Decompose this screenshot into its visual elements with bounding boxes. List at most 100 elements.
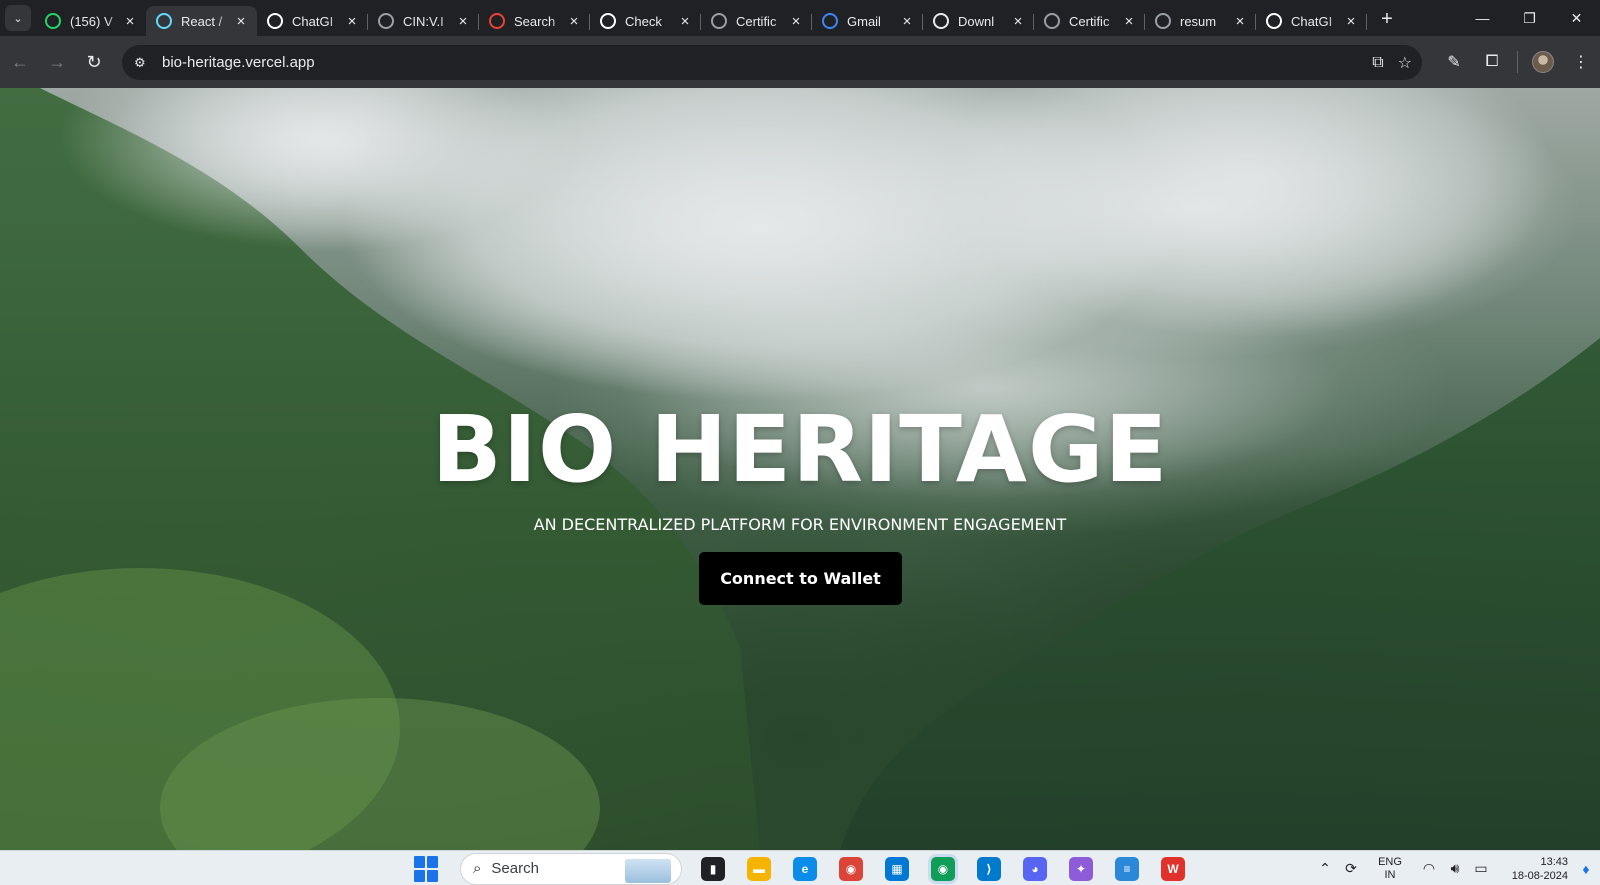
taskbar-app[interactable]: ▮ [690, 851, 736, 885]
notification-bell-icon[interactable]: ♦ [1576, 861, 1596, 877]
browser-tab[interactable]: resum × [1145, 6, 1256, 36]
tab-strip: ⌄ (156) V × React / × ChatGI × CIN:V.I × Search ×… [0, 0, 1600, 36]
close-tab-icon[interactable]: × [233, 13, 249, 30]
close-tab-icon[interactable]: × [1232, 13, 1248, 30]
close-window-button[interactable]: ✕ [1553, 0, 1600, 36]
toolbar-actions: ✎ ⧠ ⋮ [1435, 36, 1600, 88]
chrome-profile-icon: ◉ [931, 856, 955, 881]
taskbar-app[interactable]: ▦ [874, 851, 920, 885]
wifi-icon[interactable]: ◠ [1416, 860, 1442, 877]
taskbar-app[interactable]: ◕ [1012, 851, 1058, 885]
browser-tab[interactable]: (156) V × [35, 6, 146, 36]
close-tab-icon[interactable]: × [455, 13, 471, 30]
browser-tab[interactable]: ChatGI × [257, 6, 368, 36]
close-tab-icon[interactable]: × [899, 13, 915, 30]
forward-button[interactable]: → [40, 45, 74, 79]
file-explorer-icon: ▬ [747, 856, 771, 881]
tab-title: Certific [736, 13, 777, 29]
reload-button[interactable]: ↻ [77, 45, 111, 79]
tab-separator [1366, 14, 1367, 30]
taskbar-app[interactable]: ◉ [828, 851, 874, 885]
globe-icon [1044, 13, 1060, 29]
chevron-down-icon: ⌄ [13, 12, 23, 25]
tab-title: Check [625, 13, 662, 29]
tab-title: CIN:V.I [403, 13, 444, 29]
gmail-icon [489, 13, 505, 29]
system-tray: ⌃ ⟳ ENG IN ◠ 🔊︎ ▭ 13:43 18-08-2024 ♦ [1312, 851, 1600, 885]
browser-tab[interactable]: Search × [479, 6, 590, 36]
bookmark-star-icon[interactable]: ☆ [1398, 53, 1412, 73]
browser-tab[interactable]: ChatGI × [1256, 6, 1367, 36]
browser-tab[interactable]: Downl × [923, 6, 1034, 36]
close-tab-icon[interactable]: × [677, 13, 693, 30]
browser-tab[interactable]: Check × [590, 6, 701, 36]
tune-icon[interactable]: ⚙ [134, 55, 154, 71]
sync-icon[interactable]: ⟳ [1338, 860, 1364, 877]
task-view-icon: ▮ [701, 856, 725, 881]
close-tab-icon[interactable]: × [566, 13, 582, 30]
menu-kebab-icon[interactable]: ⋮ [1562, 45, 1600, 79]
browser-tab[interactable]: Certific × [701, 6, 812, 36]
close-tab-icon[interactable]: × [1010, 13, 1026, 30]
download-icon [933, 13, 949, 29]
chrome-icon: ◉ [839, 856, 863, 881]
windows-start-icon[interactable] [414, 855, 440, 882]
tab-title: Gmail [847, 13, 881, 29]
install-app-icon[interactable]: ⧉ [1372, 54, 1383, 72]
back-button[interactable]: ← [3, 45, 37, 79]
close-tab-icon[interactable]: × [122, 13, 138, 30]
profile-avatar-button[interactable] [1524, 45, 1562, 79]
region-code: IN [1384, 868, 1396, 881]
search-highlight-image [625, 858, 671, 883]
browser-tab[interactable]: Gmail × [812, 6, 923, 36]
close-tab-icon[interactable]: × [344, 13, 360, 30]
battery-icon[interactable]: ▭ [1468, 860, 1494, 877]
pen-extension-icon[interactable]: ✎ [1435, 45, 1473, 79]
hero-section: BIO HERITAGE AN DECENTRALIZED PLATFORM F… [0, 88, 1600, 850]
clock[interactable]: 13:43 18-08-2024 [1494, 855, 1568, 883]
react-icon [156, 13, 172, 29]
connect-wallet-button[interactable]: Connect to Wallet [699, 552, 902, 605]
url-text[interactable]: bio-heritage.vercel.app [162, 54, 315, 71]
copilot-icon: ✦ [1069, 856, 1093, 881]
language-code: ENG [1378, 855, 1402, 868]
clock-time: 13:43 [1540, 855, 1568, 868]
tab-title: ChatGI [1291, 13, 1333, 29]
close-tab-icon[interactable]: × [1121, 13, 1137, 30]
globe-icon [711, 13, 727, 29]
taskbar-app[interactable]: ◉ [920, 851, 966, 885]
taskbar-app[interactable]: ⟩ [966, 851, 1012, 885]
globe-icon [378, 13, 394, 29]
close-tab-icon[interactable]: × [788, 13, 804, 30]
google-icon [822, 13, 838, 29]
shield-icon [600, 13, 616, 29]
browser-toolbar: ← → ↻ ⚙ bio-heritage.vercel.app ⧉ ☆ ✎ ⧠ … [0, 36, 1600, 88]
taskbar-app[interactable]: e [782, 851, 828, 885]
chevron-up-icon[interactable]: ⌃ [1312, 860, 1338, 877]
tab-list: (156) V × React / × ChatGI × CIN:V.I × Search × Ch… [35, 0, 1367, 36]
tab-title: Search [514, 13, 556, 29]
address-bar[interactable]: ⚙ bio-heritage.vercel.app ⧉ ☆ [122, 45, 1422, 80]
pinned-apps: ▮ ▬ e ◉ ▦ ◉ ⟩ ◕ ✦ ≡ W [690, 851, 1196, 885]
taskbar-app[interactable]: ✦ [1058, 851, 1104, 885]
whatsapp-icon [45, 13, 61, 29]
taskbar-app[interactable]: ▬ [736, 851, 782, 885]
browser-tab[interactable]: CIN:V.I × [368, 6, 479, 36]
restore-button[interactable]: ❐ [1506, 0, 1553, 36]
volume-icon[interactable]: 🔊︎ [1442, 860, 1468, 877]
browser-tab[interactable]: React / × [146, 6, 257, 36]
tab-title: resum [1180, 13, 1217, 29]
taskbar-app[interactable]: W [1150, 851, 1196, 885]
close-tab-icon[interactable]: × [1343, 13, 1359, 30]
new-tab-button[interactable]: + [1373, 5, 1401, 33]
taskbar-search[interactable]: ⌕ Search [460, 852, 682, 885]
taskbar-app[interactable]: ≡ [1104, 851, 1150, 885]
tab-search-button[interactable]: ⌄ [5, 5, 31, 31]
discord-icon: ◕ [1023, 856, 1047, 881]
extensions-icon[interactable]: ⧠ [1473, 45, 1511, 79]
openai-icon [267, 13, 283, 29]
minimize-button[interactable]: — [1459, 0, 1506, 36]
language-indicator[interactable]: ENG IN [1370, 856, 1410, 882]
tab-title: Downl [958, 13, 995, 29]
browser-tab[interactable]: Certific × [1034, 6, 1145, 36]
